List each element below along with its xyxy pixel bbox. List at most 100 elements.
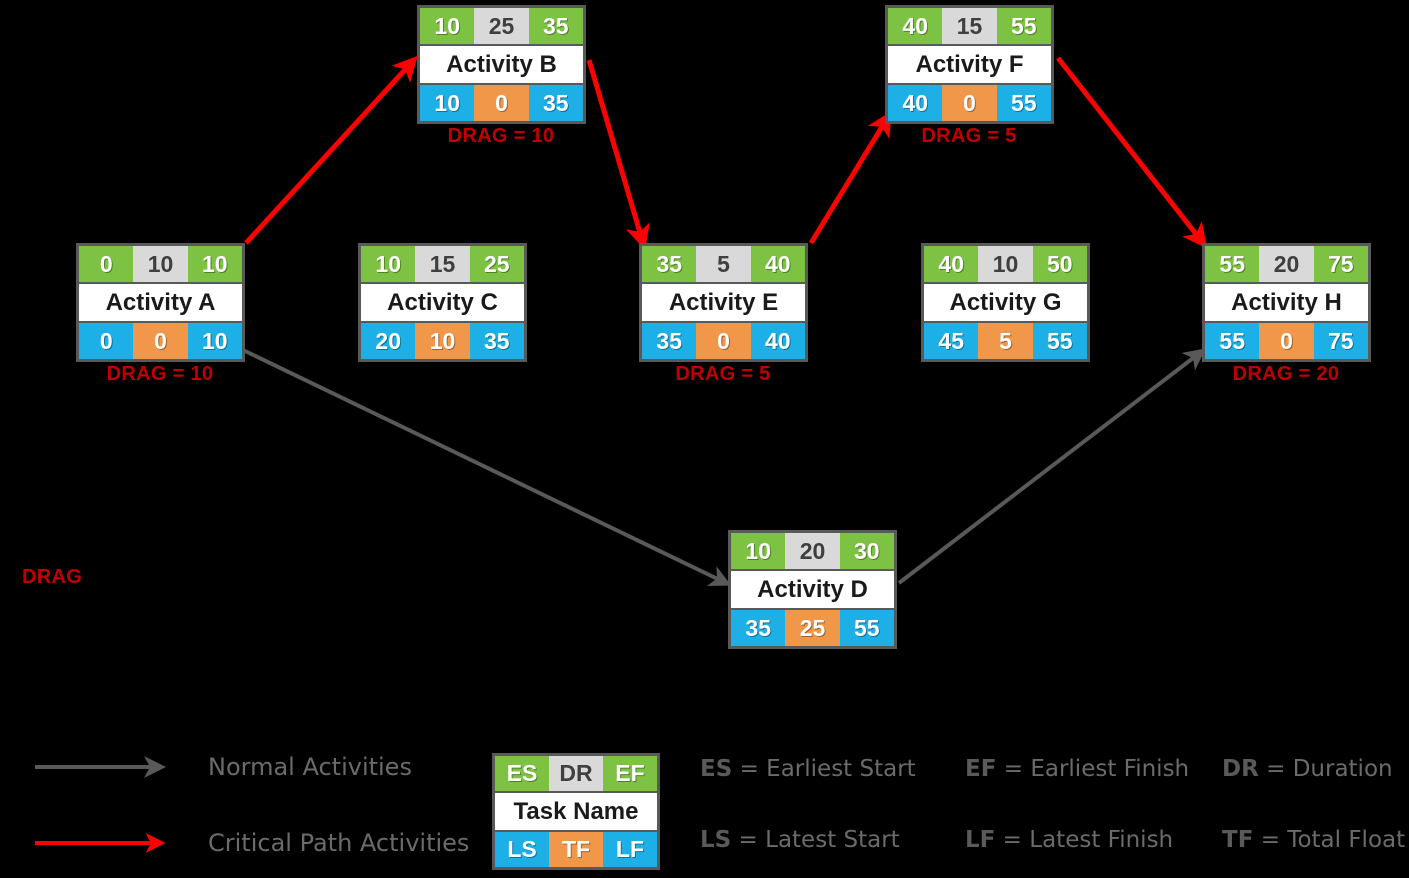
- earliest-start-cell: 10: [361, 246, 416, 282]
- earliest-finish-cell: 75: [1313, 246, 1368, 282]
- early-row: 10 20 30: [731, 533, 894, 569]
- duration-cell: 20: [785, 533, 840, 569]
- legend-definition-text: = Latest Finish: [995, 827, 1174, 853]
- total-float-cell: 0: [474, 85, 529, 121]
- activity-name-cell: Activity D: [731, 569, 894, 610]
- total-float-cell: 0: [696, 323, 751, 359]
- early-row: 0 10 10: [79, 246, 242, 282]
- drag-legend-label: DRAG: [22, 566, 83, 588]
- total-float-cell: 5: [978, 323, 1033, 359]
- legend-task-name-cell: Task Name: [495, 791, 657, 832]
- legend-definition-abbr: ES: [700, 756, 733, 782]
- duration-cell: 5: [696, 246, 751, 282]
- activity-node-g[interactable]: 40 10 50 Activity G 45 5 55: [921, 243, 1090, 362]
- legend-definition-lf: LF = Latest Finish: [965, 827, 1173, 853]
- latest-start-cell: 55: [1205, 323, 1260, 359]
- drag-label-h: DRAG = 20: [1232, 363, 1340, 385]
- late-row: 35 0 40: [642, 323, 805, 359]
- latest-finish-cell: 55: [1032, 323, 1087, 359]
- latest-start-cell: 40: [888, 85, 943, 121]
- legend-normal-activities-label: Normal Activities: [208, 753, 412, 781]
- activity-name-cell: Activity A: [79, 282, 242, 323]
- total-float-cell: 25: [785, 610, 840, 646]
- legend-sample-node: ES DR EF Task Name LS TF LF: [492, 753, 660, 870]
- activity-node-f[interactable]: 40 15 55 Activity F 40 0 55: [885, 5, 1054, 124]
- latest-finish-cell: 75: [1313, 323, 1368, 359]
- arrow-f-to-h: [1056, 56, 1208, 249]
- legend-definition-text: = Latest Start: [731, 827, 900, 853]
- early-row: 40 15 55: [888, 8, 1051, 44]
- legend-definition-ef: EF = Earliest Finish: [965, 756, 1189, 782]
- latest-finish-cell: 10: [187, 323, 242, 359]
- legend-ls-cell: LS: [495, 832, 550, 867]
- earliest-start-cell: 0: [79, 246, 134, 282]
- legend-arrow-layer: [35, 756, 166, 853]
- earliest-start-cell: 10: [420, 8, 475, 44]
- earliest-finish-cell: 50: [1032, 246, 1087, 282]
- arrow-b-to-e: [586, 59, 650, 250]
- earliest-start-cell: 40: [888, 8, 943, 44]
- earliest-start-cell: 10: [731, 533, 786, 569]
- earliest-finish-cell: 30: [839, 533, 894, 569]
- early-row: 10 25 35: [420, 8, 583, 44]
- late-row: 0 0 10: [79, 323, 242, 359]
- latest-finish-cell: 35: [469, 323, 524, 359]
- drag-label-f: DRAG = 5: [921, 125, 1017, 147]
- latest-finish-cell: 35: [528, 85, 583, 121]
- earliest-finish-cell: 35: [528, 8, 583, 44]
- latest-start-cell: 20: [361, 323, 416, 359]
- latest-start-cell: 45: [924, 323, 979, 359]
- activity-name-cell: Activity C: [361, 282, 524, 323]
- activity-name-cell: Activity B: [420, 44, 583, 85]
- activity-node-c[interactable]: 10 15 25 Activity C 20 10 35: [358, 243, 527, 362]
- legend-definition-text: = Duration: [1258, 756, 1393, 782]
- activity-node-e[interactable]: 35 5 40 Activity E 35 0 40: [639, 243, 808, 362]
- activity-name-cell: Activity F: [888, 44, 1051, 85]
- earliest-finish-cell: 25: [469, 246, 524, 282]
- legend-definition-abbr: TF: [1222, 827, 1254, 853]
- total-float-cell: 10: [415, 323, 470, 359]
- legend-definition-abbr: DR: [1222, 756, 1259, 782]
- latest-start-cell: 10: [420, 85, 475, 121]
- legend-dr-cell: DR: [549, 756, 603, 791]
- legend-definition-abbr: LS: [700, 827, 732, 853]
- activity-name-cell: Activity G: [924, 282, 1087, 323]
- late-row: 45 5 55: [924, 323, 1087, 359]
- earliest-finish-cell: 40: [750, 246, 805, 282]
- legend-definition-text: = Total Float: [1253, 827, 1406, 853]
- arrow-a-to-d: [242, 348, 732, 586]
- activity-node-h[interactable]: 55 20 75 Activity H 55 0 75: [1202, 243, 1371, 362]
- total-float-cell: 0: [1259, 323, 1314, 359]
- arrow-a-to-b: [244, 55, 418, 245]
- legend-definition-es: ES = Earliest Start: [700, 756, 916, 782]
- activity-name-cell: Activity E: [642, 282, 805, 323]
- legend-definition-dr: DR = Duration: [1222, 756, 1393, 782]
- duration-cell: 15: [415, 246, 470, 282]
- legend-sample-bottom-row: LS TF LF: [495, 832, 657, 867]
- late-row: 40 0 55: [888, 85, 1051, 121]
- arrow-e-to-f: [808, 111, 892, 245]
- drag-label-b: DRAG = 10: [447, 125, 555, 147]
- legend-lf-cell: LF: [602, 832, 657, 867]
- earliest-start-cell: 40: [924, 246, 979, 282]
- duration-cell: 25: [474, 8, 529, 44]
- legend-es-cell: ES: [495, 756, 550, 791]
- drag-label-e: DRAG = 5: [675, 363, 771, 385]
- activity-node-d[interactable]: 10 20 30 Activity D 35 25 55: [728, 530, 897, 649]
- arrow-layer: [242, 55, 1208, 586]
- activity-name-cell: Activity H: [1205, 282, 1368, 323]
- legend-ef-cell: EF: [602, 756, 657, 791]
- total-float-cell: 0: [942, 85, 997, 121]
- legend-definition-tf: TF = Total Float: [1222, 827, 1405, 853]
- activity-node-a[interactable]: 0 10 10 Activity A 0 0 10: [76, 243, 245, 362]
- early-row: 35 5 40: [642, 246, 805, 282]
- legend-tf-cell: TF: [549, 832, 603, 867]
- latest-start-cell: 35: [642, 323, 697, 359]
- activity-node-b[interactable]: 10 25 35 Activity B 10 0 35: [417, 5, 586, 124]
- latest-finish-cell: 40: [750, 323, 805, 359]
- latest-start-cell: 0: [79, 323, 134, 359]
- drag-label-a: DRAG = 10: [106, 363, 214, 385]
- early-row: 55 20 75: [1205, 246, 1368, 282]
- early-row: 40 10 50: [924, 246, 1087, 282]
- legend-sample-top-row: ES DR EF: [495, 756, 657, 791]
